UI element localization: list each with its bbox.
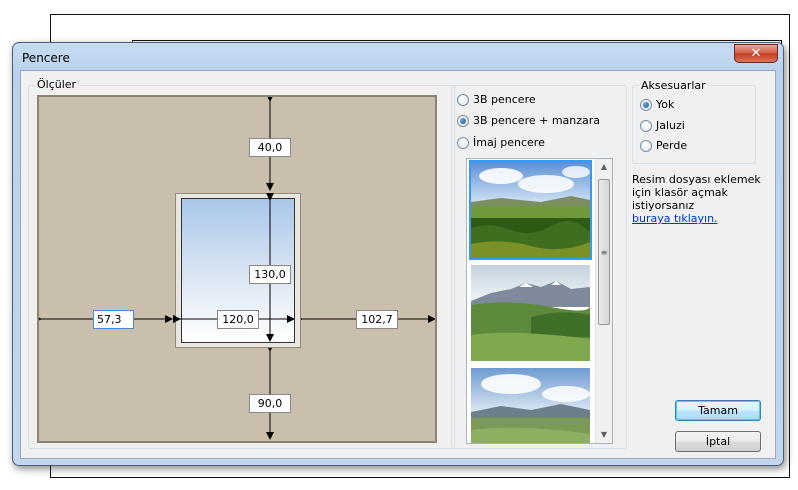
thumbnail-scrollbar[interactable]: ▲ ≡ ▼ (595, 159, 612, 443)
radio-indicator-selected (457, 114, 469, 127)
radio-perde[interactable]: Perde (640, 139, 687, 152)
width-input[interactable]: 120,0 (217, 310, 259, 329)
landscape-image (471, 162, 590, 258)
radio-indicator (457, 136, 469, 149)
top-distance-input[interactable]: 40,0 (249, 138, 291, 157)
radio-label: 3B pencere + manzara (473, 114, 601, 127)
radio-label: 3B pencere (473, 93, 536, 106)
dimensions-group-label: Ölçüler (35, 78, 79, 91)
radio-indicator (640, 139, 652, 152)
radio-indicator (640, 119, 652, 132)
scroll-thumb[interactable]: ≡ (598, 179, 610, 325)
scroll-down-icon[interactable]: ▼ (596, 427, 612, 443)
radio-3b-pencere-manzara[interactable]: 3B pencere + manzara (457, 114, 600, 127)
right-distance-input[interactable]: 102,7 (356, 310, 398, 329)
dialog-client-area: Ölçüler 40,0 130,0 57,3 120,0 102,7 90,0… (20, 70, 776, 459)
left-distance-input[interactable]: 57,3 (93, 310, 134, 329)
dimensions-canvas: 40,0 130,0 57,3 120,0 102,7 90,0 (37, 95, 437, 443)
pencere-dialog: Pencere ✕ Ölçüler 40,0 130,0 57,3 120,0 … (12, 42, 784, 466)
radio-yok[interactable]: Yok (640, 98, 674, 111)
radio-jaluzi[interactable]: Jaluzi (640, 119, 685, 132)
landscape-image (471, 368, 590, 443)
landscape-image (471, 265, 591, 361)
thumbnail-landscape-mountains[interactable] (469, 263, 592, 363)
radio-label: Jaluzi (656, 119, 685, 132)
cancel-button[interactable]: İptal (675, 431, 761, 452)
close-button[interactable]: ✕ (734, 44, 778, 63)
dialog-title: Pencere (22, 51, 70, 65)
close-icon: ✕ (750, 46, 762, 61)
radio-label: Yok (656, 98, 675, 111)
bottom-distance-input[interactable]: 90,0 (249, 394, 291, 413)
radio-indicator (457, 93, 469, 106)
radio-label: Perde (656, 139, 688, 152)
accessories-group-label: Aksesuarlar (639, 79, 708, 92)
radio-3b-pencere[interactable]: 3B pencere (457, 93, 536, 106)
radio-label: İmaj pencere (473, 136, 545, 149)
landscape-thumbnail-list[interactable]: ▲ ≡ ▼ (466, 158, 613, 444)
height-input[interactable]: 130,0 (249, 265, 291, 284)
radio-indicator-selected (640, 98, 652, 111)
ok-button[interactable]: Tamam (675, 400, 761, 421)
thumbnail-landscape-green-field[interactable] (469, 160, 592, 260)
image-folder-info-text: Resim dosyası eklemek için klasör açmak … (632, 173, 761, 212)
scroll-up-icon[interactable]: ▲ (596, 159, 612, 175)
open-folder-link[interactable]: buraya tıklayın. (632, 212, 718, 225)
thumbnail-landscape-hills[interactable] (469, 366, 592, 443)
radio-imaj-pencere[interactable]: İmaj pencere (457, 136, 545, 149)
